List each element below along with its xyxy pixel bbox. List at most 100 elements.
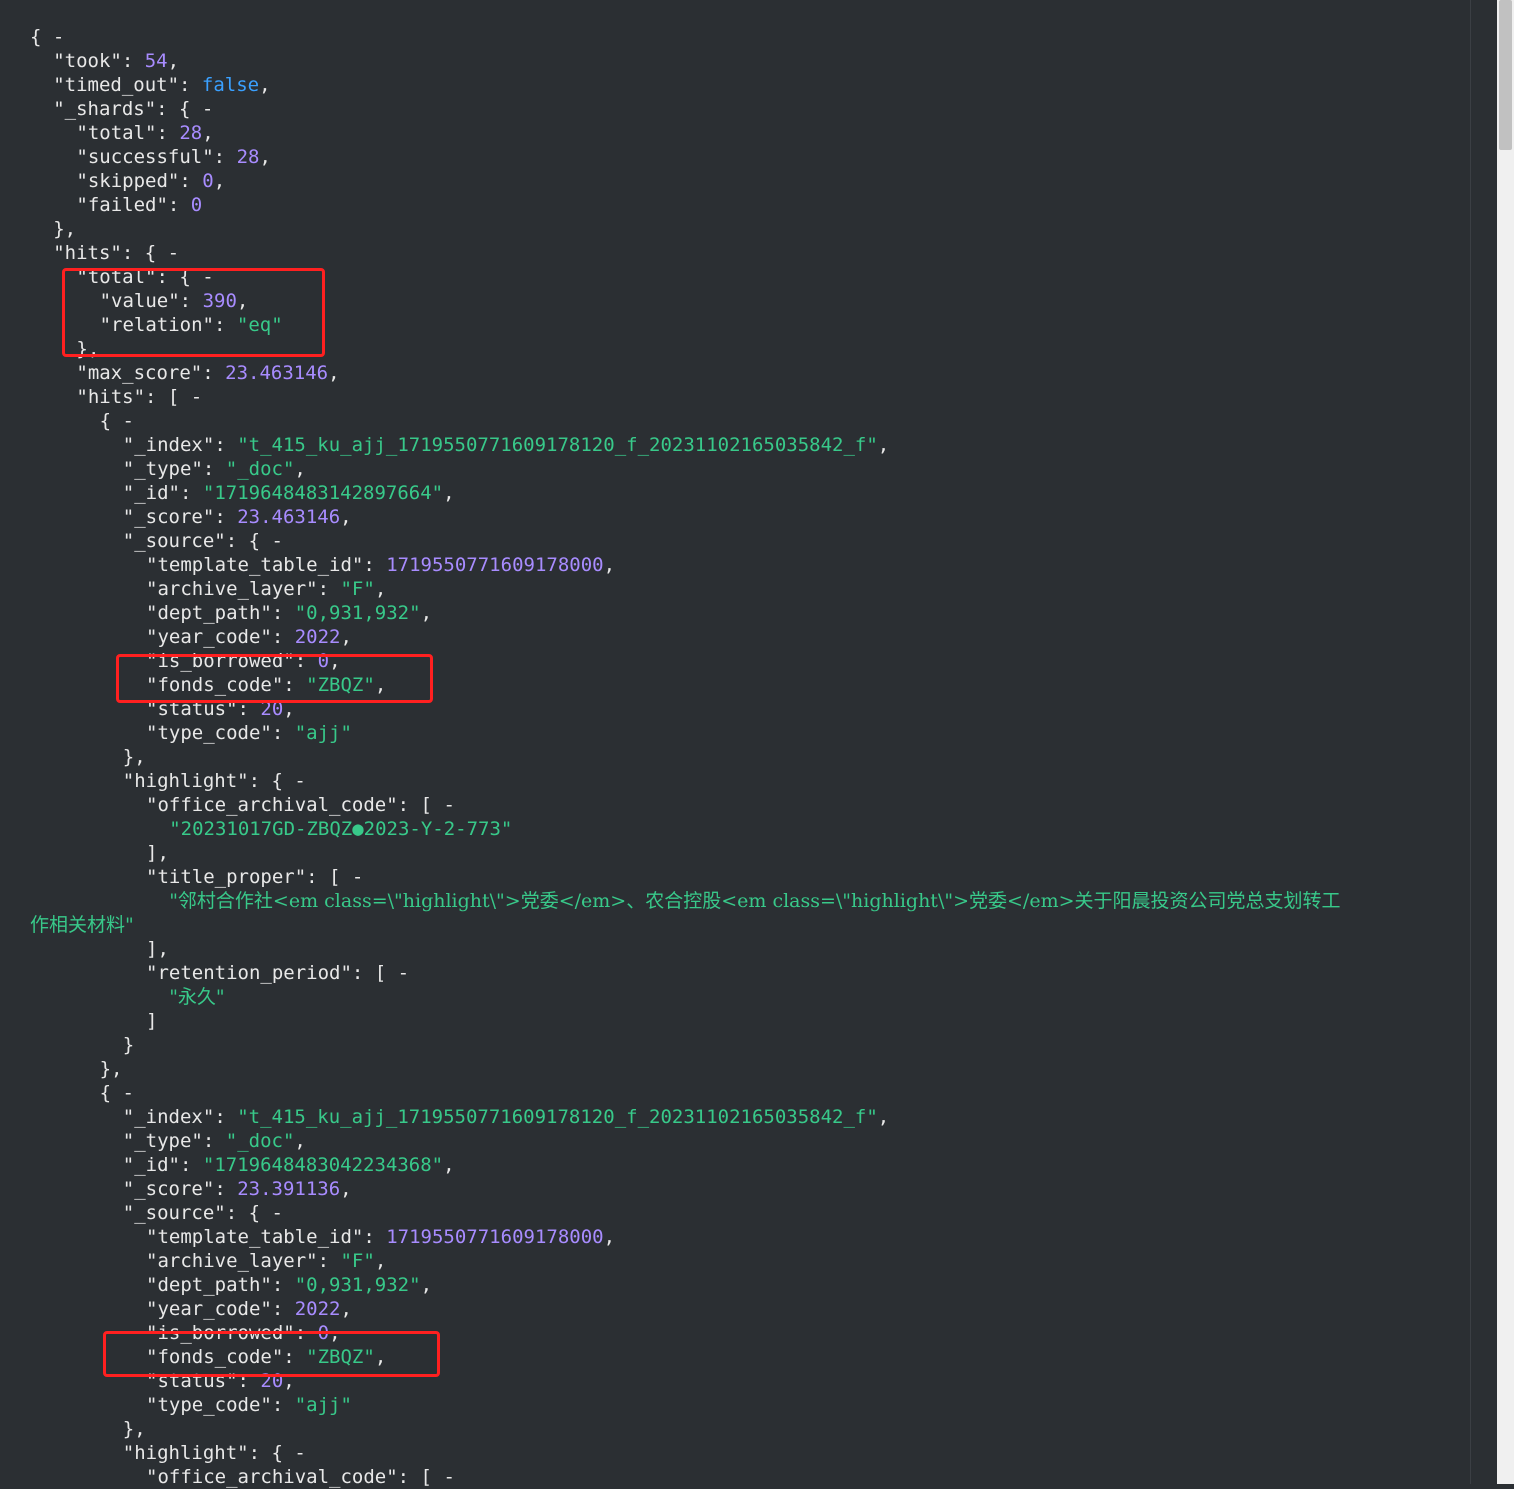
json-key: "successful": [76, 146, 214, 168]
json-punctuation: ],: [146, 842, 169, 864]
json-punctuation: :: [180, 482, 203, 504]
json-line: },: [123, 745, 146, 769]
json-punctuation: :: [121, 50, 145, 72]
json-key: "office_archival_code": [146, 794, 398, 816]
json-string: "F": [340, 1250, 375, 1272]
json-string: "1719648483142897664": [202, 482, 444, 504]
collapse-toggle[interactable]: -: [191, 386, 202, 408]
json-punctuation: ,: [202, 122, 214, 144]
json-punctuation: : {: [248, 770, 295, 792]
json-string: "_doc": [225, 1130, 295, 1152]
json-punctuation: : {: [156, 98, 202, 120]
collapse-toggle[interactable]: -: [294, 1442, 305, 1464]
collapse-toggle[interactable]: -: [294, 770, 305, 792]
json-key: "total": [76, 122, 157, 144]
json-line: "skipped": 0,: [76, 169, 225, 193]
collapse-toggle[interactable]: -: [202, 98, 213, 120]
json-line: "max_score": 23.463146,: [76, 361, 339, 385]
json-key: "_shards": [53, 98, 157, 120]
json-punctuation: :: [271, 1274, 295, 1296]
json-punctuation: :: [156, 122, 180, 144]
json-punctuation: : [: [306, 866, 352, 888]
json-line: "office_archival_code": [ -: [146, 793, 455, 817]
collapse-toggle[interactable]: -: [443, 794, 454, 816]
json-punctuation: ,: [328, 362, 340, 384]
collapse-toggle[interactable]: -: [272, 530, 283, 552]
json-key: "type_code": [146, 722, 272, 744]
json-punctuation: : {: [225, 530, 272, 552]
json-line: "_id": "1719648483142897664",: [123, 481, 455, 505]
json-key: "_index": [122, 434, 215, 456]
json-line: "template_table_id": 1719550771609178000…: [146, 553, 615, 577]
json-key: "office_archival_code": [146, 1466, 398, 1488]
json-punctuation: },: [53, 218, 77, 240]
json-number: 2022: [294, 1298, 341, 1320]
json-number: 23.463146: [237, 506, 341, 528]
json-punctuation: ,: [259, 74, 271, 96]
json-punctuation: ,: [603, 554, 616, 576]
json-punctuation: : [: [145, 386, 191, 408]
scrollbar-thumb[interactable]: [1499, 0, 1512, 150]
json-punctuation: ,: [420, 1274, 433, 1296]
json-line: "dept_path": "0,931,932",: [146, 1273, 432, 1297]
json-punctuation: :: [214, 434, 238, 456]
json-line: "highlight": { -: [123, 769, 306, 793]
annotation-box-fonds-code-1: [116, 654, 433, 703]
json-line: ],: [146, 937, 169, 961]
json-string: "t_415_ku_ajj_1719550771609178120_f_2023…: [237, 434, 878, 456]
json-punctuation: :: [202, 458, 226, 480]
collapse-toggle[interactable]: -: [168, 242, 179, 264]
json-key: "failed": [76, 194, 168, 216]
json-key: "_id": [122, 1154, 180, 1176]
json-punctuation: ,: [340, 1298, 352, 1320]
json-key: "_index": [122, 1106, 215, 1128]
json-punctuation: : {: [225, 1202, 272, 1224]
json-key: "_type": [122, 458, 203, 480]
json-line: },: [123, 1417, 146, 1441]
json-punctuation: ]: [146, 1010, 158, 1032]
json-line: "_type": "_doc",: [123, 1129, 306, 1153]
json-punctuation: ,: [877, 1106, 890, 1128]
json-boolean: false: [201, 74, 260, 96]
json-line: "highlight": { -: [123, 1441, 306, 1465]
json-line: "_source": { -: [123, 529, 283, 553]
json-key: "max_score": [76, 362, 203, 384]
json-key: "_id": [122, 482, 180, 504]
json-line: }: [123, 1033, 134, 1057]
json-line: "type_code": "ajj": [146, 721, 352, 745]
json-line: "_shards": { -: [53, 97, 213, 121]
json-line: "took": 54,: [53, 49, 179, 73]
collapse-toggle[interactable]: -: [398, 962, 409, 984]
collapse-toggle[interactable]: -: [122, 1082, 133, 1104]
json-number: 23.391136: [237, 1178, 341, 1200]
json-line: 作相关材料": [30, 913, 134, 937]
json-line: "type_code": "ajj": [146, 1393, 352, 1417]
json-punctuation: :: [271, 1394, 295, 1416]
collapse-toggle[interactable]: -: [53, 26, 64, 48]
json-string: "0,931,932": [294, 602, 421, 624]
json-punctuation: :: [214, 1106, 238, 1128]
json-punctuation: {: [30, 26, 53, 48]
json-punctuation: },: [122, 746, 146, 768]
json-key: "dept_path": [146, 602, 272, 624]
json-punctuation: :: [213, 146, 237, 168]
collapse-toggle[interactable]: -: [122, 410, 133, 432]
vertical-scrollbar[interactable]: [1497, 0, 1514, 1484]
json-string: 作相关材料": [30, 914, 134, 936]
json-punctuation: ,: [443, 482, 455, 504]
json-line: "archive_layer": "F",: [146, 1249, 386, 1273]
collapse-toggle[interactable]: -: [352, 866, 363, 888]
json-punctuation: :: [271, 722, 295, 744]
json-punctuation: ],: [146, 938, 169, 960]
json-line: "office_archival_code": [ -: [146, 1465, 455, 1489]
json-string: "F": [340, 578, 375, 600]
collapse-toggle[interactable]: -: [443, 1466, 454, 1488]
json-punctuation: : {: [121, 242, 168, 264]
json-punctuation: :: [214, 1178, 238, 1200]
json-punctuation: :: [167, 194, 191, 216]
json-line: "hits": [ -: [76, 385, 202, 409]
json-key: "_source": [122, 530, 226, 552]
json-punctuation: : {: [248, 1442, 295, 1464]
collapse-toggle[interactable]: -: [272, 1202, 283, 1224]
json-number: 1719550771609178000: [386, 554, 604, 576]
